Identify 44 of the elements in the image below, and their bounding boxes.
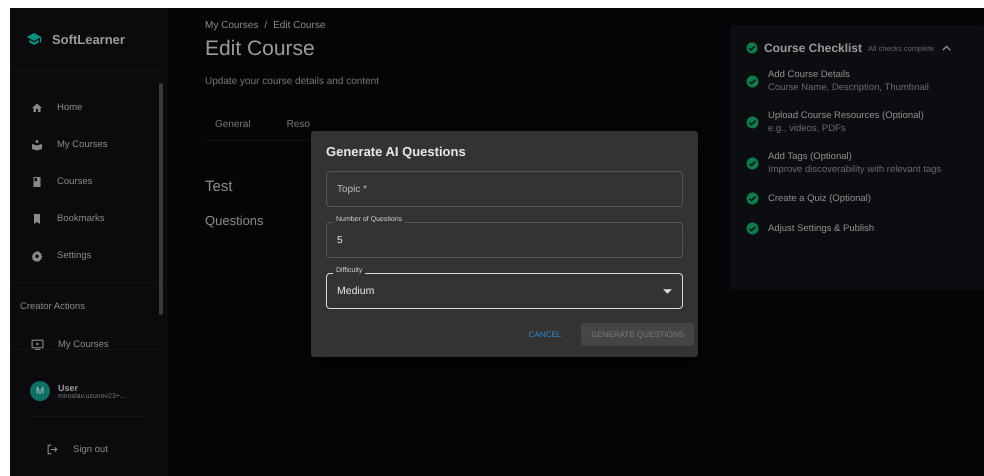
check-circle-icon (746, 42, 758, 54)
checklist-item-title: Upload Course Resources (Optional) (768, 110, 924, 121)
checklist-item-subtitle: Course Name, Description, Thumbnail (768, 82, 929, 93)
sign-out-button[interactable]: Sign out (46, 443, 166, 456)
checklist-item-subtitle: Improve discoverability with relevant tags (768, 164, 942, 175)
graduation-cap-icon (26, 31, 42, 47)
dropdown-caret-icon (663, 288, 672, 294)
checklist-item-title: Add Course Details (768, 69, 851, 80)
dialog-button[interactable]: CANCEL (518, 323, 572, 346)
nav-item[interactable]: Courses (10, 163, 155, 200)
nav-item[interactable]: Bookmarks (10, 200, 155, 237)
input-field[interactable]: Topic * (326, 171, 683, 207)
user-name: User (58, 382, 78, 392)
input-field[interactable]: 5 (326, 222, 683, 258)
sign-out-icon (46, 443, 59, 456)
section-title: Creator Actions (19, 300, 86, 314)
page-title: Edit Course (205, 37, 315, 61)
person-book-icon (31, 138, 43, 150)
checklist-title: Course Checklist (764, 41, 862, 55)
breadcrumb-separator: / (264, 20, 268, 31)
quiz-title: Test (205, 178, 233, 195)
chevron-icon[interactable] (942, 45, 952, 51)
page-subtitle: Update your course details and content (205, 76, 379, 87)
checklist-item-title: Adjust Settings & Publish (768, 223, 874, 234)
breadcrumb-link[interactable]: My Courses (205, 20, 258, 31)
dialog-title: Generate AI Questions (326, 144, 467, 159)
brand-name: SoftLearner (52, 32, 125, 46)
tab[interactable]: General (215, 119, 251, 130)
home-icon (31, 102, 43, 114)
checklist-item-title: Create a Quiz (Optional) (768, 193, 871, 204)
nav-item[interactable]: My Courses (10, 126, 155, 163)
user-avatar: M (30, 381, 50, 401)
nav-item[interactable]: My Courses (10, 326, 155, 363)
checklist-item-title: Add Tags (Optional) (768, 151, 853, 162)
nav-item[interactable]: Settings (10, 237, 155, 274)
checklist-item-subtitle: e.g., videos, PDFs (768, 123, 847, 134)
bookmark-icon (31, 212, 43, 224)
tab[interactable]: Reso (286, 119, 310, 130)
play-screen-icon (31, 338, 44, 351)
nav-item[interactable]: Home (10, 89, 155, 126)
questions-heading: Questions (205, 213, 264, 228)
book-icon (31, 176, 43, 188)
settings-icon (31, 250, 43, 262)
difficulty-select[interactable]: Medium (326, 273, 683, 309)
